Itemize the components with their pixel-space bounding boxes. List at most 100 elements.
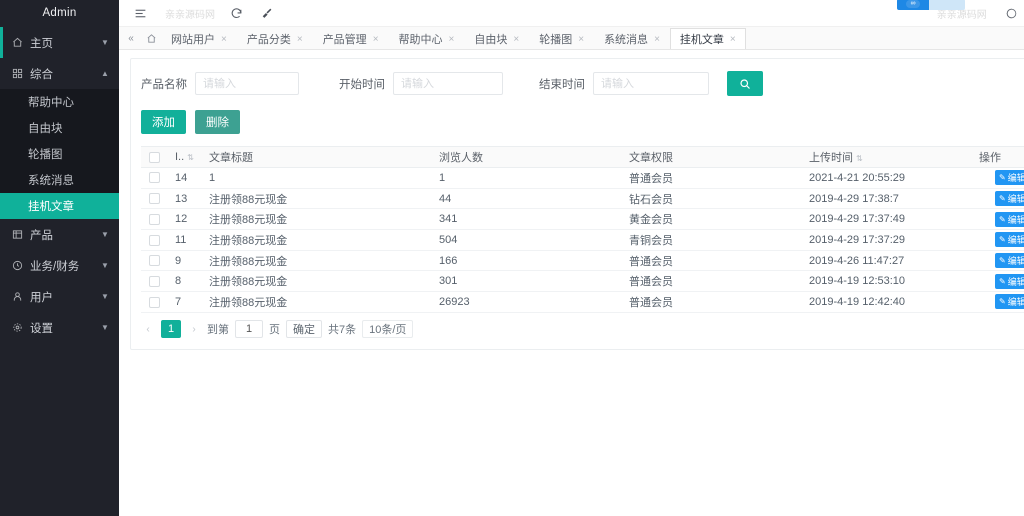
sidebar-item-label: 用户 — [30, 289, 100, 305]
table-row[interactable]: 11 注册领88元现金 504 青铜会员 2019-4-29 17:37:29 … — [141, 230, 1024, 251]
system-notification-chip[interactable]: ∞ — [897, 0, 965, 10]
header-upload-time[interactable]: 上传时间⇅ — [801, 147, 971, 168]
row-edit-button[interactable]: ✎编辑 — [995, 191, 1024, 206]
chevron-down-icon: ▼ — [100, 230, 110, 239]
home-outline-icon[interactable] — [141, 27, 161, 49]
tab-website-users[interactable]: 网站用户 × — [161, 28, 237, 49]
header-select-all — [141, 147, 167, 168]
content-area: 产品名称 开始时间 结束时间 — [119, 50, 1024, 350]
article-list-card: 产品名称 开始时间 结束时间 — [130, 58, 1024, 350]
close-icon[interactable]: × — [297, 34, 303, 45]
header-permission-label: 文章权限 — [629, 152, 673, 164]
chevron-down-icon: ▼ — [100, 38, 110, 47]
close-icon[interactable]: × — [449, 34, 455, 45]
sort-icon[interactable]: ⇅ — [856, 155, 863, 163]
sidebar-item-business-finance[interactable]: 业务/财务 ▼ — [0, 250, 119, 281]
row-edit-button[interactable]: ✎编辑 — [995, 294, 1024, 309]
delete-button[interactable]: 删除 — [195, 110, 240, 134]
header-operations: 操作 — [971, 147, 1024, 168]
row-select-cell — [141, 292, 167, 313]
close-icon[interactable]: × — [654, 34, 660, 45]
table-row[interactable]: 12 注册领88元现金 341 黄金会员 2019-4-29 17:37:49 … — [141, 209, 1024, 230]
row-checkbox[interactable] — [149, 193, 160, 204]
tab-label: 自由块 — [474, 31, 507, 47]
row-edit-button[interactable]: ✎编辑 — [995, 212, 1024, 227]
tab-product-management[interactable]: 产品管理 × — [313, 28, 389, 49]
tab-idle-article[interactable]: 挂机文章 × — [670, 28, 746, 49]
sidebar-subitem-system-message[interactable]: 系统消息 — [0, 167, 119, 193]
tab-help-center[interactable]: 帮助中心 × — [389, 28, 465, 49]
table-row[interactable]: 8 注册领88元现金 301 普通会员 2019-4-19 12:53:10 ✎… — [141, 271, 1024, 292]
sidebar-subitem-carousel[interactable]: 轮播图 — [0, 141, 119, 167]
sidebar-item-settings[interactable]: 设置 ▼ — [0, 312, 119, 343]
sort-icon[interactable]: ⇅ — [187, 154, 194, 162]
sidebar-item-user[interactable]: 用户 ▼ — [0, 281, 119, 312]
row-checkbox[interactable] — [149, 172, 160, 183]
cell-operations: ✎编辑🗑删除 — [971, 168, 1024, 189]
add-button[interactable]: 添加 — [141, 110, 186, 134]
close-icon[interactable]: × — [221, 34, 227, 45]
sidebar-item-product[interactable]: 产品 ▼ — [0, 219, 119, 250]
tab-label: 产品分类 — [247, 31, 291, 47]
theme-icon[interactable] — [1001, 2, 1023, 24]
row-checkbox[interactable] — [149, 214, 160, 225]
table-row[interactable]: 13 注册领88元现金 44 钻石会员 2019-4-29 17:38:7 ✎编… — [141, 188, 1024, 209]
header-id[interactable]: I..⇅ — [167, 147, 201, 168]
list-toggle-icon[interactable] — [129, 2, 151, 24]
pagination-goto-input[interactable] — [235, 320, 263, 338]
cell-permission: 钻石会员 — [621, 188, 801, 209]
row-edit-label: 编辑 — [1008, 192, 1024, 205]
row-checkbox[interactable] — [149, 255, 160, 266]
close-icon[interactable]: × — [513, 34, 519, 45]
start-time-label: 开始时间 — [339, 76, 385, 92]
tab-free-block[interactable]: 自由块 × — [464, 28, 529, 49]
sidebar-subitem-free-block[interactable]: 自由块 — [0, 115, 119, 141]
sidebar-subitem-help-center[interactable]: 帮助中心 — [0, 89, 119, 115]
row-checkbox[interactable] — [149, 297, 160, 308]
cell-operations: ✎编辑🗑删除 — [971, 271, 1024, 292]
row-select-cell — [141, 209, 167, 230]
row-edit-button[interactable]: ✎编辑 — [995, 232, 1024, 247]
row-edit-button[interactable]: ✎编辑 — [995, 170, 1024, 185]
sidebar-subitem-idle-article[interactable]: 挂机文章 — [0, 193, 119, 219]
cell-permission: 普通会员 — [621, 250, 801, 271]
sidebar-item-comprehensive[interactable]: 综合 ▲ — [0, 58, 119, 89]
cell-id: 11 — [167, 230, 201, 251]
close-icon[interactable]: × — [730, 34, 736, 45]
product-name-input[interactable] — [195, 72, 299, 95]
chevron-up-icon: ▲ — [100, 69, 110, 78]
row-checkbox[interactable] — [149, 276, 160, 287]
table-row[interactable]: 7 注册领88元现金 26923 普通会员 2019-4-19 12:42:40… — [141, 292, 1024, 313]
cell-operations: ✎编辑🗑删除 — [971, 292, 1024, 313]
tab-carousel[interactable]: 轮播图 × — [529, 28, 594, 49]
tabs-collapse-icon[interactable]: « — [121, 27, 141, 49]
sidebar-item-label: 综合 — [30, 66, 100, 82]
field-start-time: 开始时间 — [339, 72, 503, 95]
gear-icon — [11, 321, 24, 334]
sidebar: Admin 主页 ▼ 综合 ▲ — [0, 0, 119, 516]
search-button[interactable] — [727, 71, 763, 96]
row-edit-button[interactable]: ✎编辑 — [995, 253, 1024, 268]
cell-title: 注册领88元现金 — [201, 230, 431, 251]
select-all-checkbox[interactable] — [149, 152, 160, 163]
pagination-next-button[interactable]: › — [187, 320, 201, 338]
pagination-page-size-select[interactable]: 10条/页 — [362, 320, 413, 338]
row-edit-button[interactable]: ✎编辑 — [995, 274, 1024, 289]
table-row[interactable]: 14 1 1 普通会员 2021-4-21 20:55:29 ✎编辑🗑删除 — [141, 168, 1024, 189]
pagination-prev-button[interactable]: ‹ — [141, 320, 155, 338]
table-row[interactable]: 9 注册领88元现金 166 普通会员 2019-4-26 11:47:27 ✎… — [141, 250, 1024, 271]
refresh-icon[interactable] — [225, 2, 247, 24]
start-time-input[interactable] — [393, 72, 503, 95]
close-icon[interactable]: × — [578, 34, 584, 45]
row-checkbox[interactable] — [149, 235, 160, 246]
pagination-page-1[interactable]: 1 — [161, 320, 181, 338]
close-icon[interactable]: × — [373, 34, 379, 45]
cell-title: 注册领88元现金 — [201, 209, 431, 230]
tab-product-category[interactable]: 产品分类 × — [237, 28, 313, 49]
sidebar-item-home[interactable]: 主页 ▼ — [0, 27, 119, 58]
end-time-label: 结束时间 — [539, 76, 585, 92]
end-time-input[interactable] — [593, 72, 709, 95]
broom-icon[interactable] — [255, 2, 277, 24]
pagination-confirm-button[interactable]: 确定 — [286, 320, 322, 338]
tab-system-message[interactable]: 系统消息 × — [594, 28, 670, 49]
